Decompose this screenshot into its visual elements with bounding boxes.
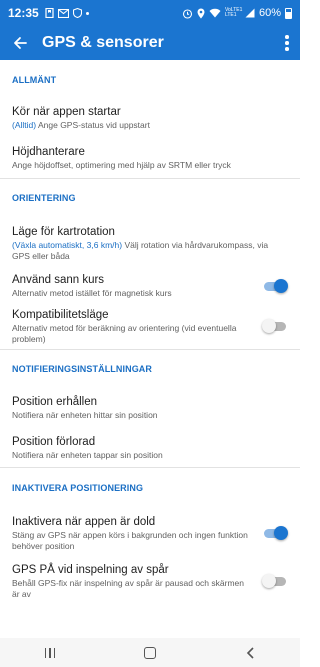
status-right: VoLTE1 LTE1 60% bbox=[182, 7, 292, 19]
app-bar: GPS & sensorer bbox=[0, 26, 300, 60]
pref-true-course[interactable]: Använd sann kurs Alternativ metod iställ… bbox=[0, 269, 300, 303]
pref-summary: (Växla automatiskt, 3,6 km/h) Välj rotat… bbox=[12, 240, 288, 262]
recents-icon bbox=[44, 647, 56, 658]
pref-position-lost[interactable]: Position förlorad Notifiera när enheten … bbox=[0, 428, 300, 467]
alarm-icon bbox=[182, 8, 193, 19]
pref-title: Använd sann kurs bbox=[12, 274, 105, 286]
pref-start-on-launch[interactable]: Kör när appen startar (Alltid) Ange GPS-… bbox=[0, 97, 300, 138]
settings-list[interactable]: ALLMÄNT Kör när appen startar (Alltid) A… bbox=[0, 60, 300, 638]
shield-icon bbox=[72, 8, 82, 18]
pref-title: Position förlorad bbox=[12, 435, 96, 448]
pref-summary: Ange höjdoffset, optimering med hjälp av… bbox=[12, 160, 231, 170]
pref-title: Kompatibilitetsläge bbox=[12, 308, 109, 321]
system-nav-bar bbox=[0, 638, 300, 667]
bookmark-icon bbox=[45, 8, 54, 18]
home-icon bbox=[144, 646, 156, 659]
dot-icon bbox=[85, 11, 89, 15]
pref-summary: Notifiera när enheten hittar sin positio… bbox=[12, 410, 158, 420]
home-button[interactable] bbox=[120, 638, 180, 667]
dot-icon bbox=[285, 35, 289, 39]
pref-summary: Behåll GPS-fix när inspelning av spår är… bbox=[12, 577, 244, 599]
pref-summary-text: Ange GPS-status vid uppstart bbox=[36, 119, 150, 130]
pref-summary: Notifiera när enheten tappar sin positio… bbox=[12, 449, 163, 460]
pref-altitude[interactable]: Höjdhanterare Ange höjdoffset, optimerin… bbox=[0, 138, 300, 178]
pref-summary: (Alltid) Ange GPS-status vid uppstart bbox=[12, 120, 288, 131]
notification-icons bbox=[45, 8, 89, 18]
chevron-left-icon bbox=[246, 646, 254, 659]
arrow-left-icon bbox=[14, 37, 27, 49]
disable-when-hidden-toggle[interactable] bbox=[262, 525, 288, 541]
pref-title: Läge för kartrotation bbox=[12, 225, 115, 238]
pref-summary-value: (Alltid) bbox=[12, 119, 37, 130]
overflow-menu-button[interactable] bbox=[274, 26, 300, 60]
status-time: 12:35 bbox=[8, 6, 39, 20]
pref-summary: Alternativ metod för beräkning av orient… bbox=[12, 322, 237, 344]
network-label: VoLTE1 LTE1 bbox=[224, 7, 243, 18]
pref-title: Position erhållen bbox=[12, 396, 98, 408]
recents-button[interactable] bbox=[20, 638, 80, 667]
pref-title: Inaktivera när appen är dold bbox=[12, 515, 156, 528]
compatibility-toggle[interactable] bbox=[262, 318, 288, 334]
status-bar: 12:35 VoLTE1 LTE1 60% bbox=[0, 0, 300, 26]
pref-position-acquired[interactable]: Position erhållen Notifiera när enheten … bbox=[0, 388, 300, 428]
pref-summary: Stäng av GPS när appen körs i bakgrunden… bbox=[12, 529, 248, 551]
battery-percent: 60% bbox=[258, 7, 281, 19]
email-icon bbox=[57, 8, 69, 18]
dot-icon bbox=[285, 41, 289, 45]
section-header-orientation: ORIENTERING bbox=[12, 193, 76, 203]
pref-gps-on-recording[interactable]: GPS PÅ vid inspelning av spår Behåll GPS… bbox=[0, 558, 300, 604]
true-course-toggle[interactable] bbox=[262, 278, 288, 294]
page-title: GPS & sensorer bbox=[42, 34, 164, 51]
pref-summary-value: (Växla automatiskt, 3,6 km/h) bbox=[12, 239, 123, 250]
wifi-icon bbox=[209, 8, 221, 18]
section-header-general: ALLMÄNT bbox=[12, 74, 57, 85]
pref-title: Kör när appen startar bbox=[12, 105, 121, 118]
back-button[interactable] bbox=[0, 26, 40, 60]
section-header-notifications: NOTIFIERINGSINSTÄLLNINGAR bbox=[12, 364, 152, 374]
battery-icon bbox=[285, 7, 292, 19]
pref-summary: Alternativ metod istället för magnetisk … bbox=[12, 288, 172, 298]
location-icon bbox=[197, 8, 205, 18]
pref-map-rotation[interactable]: Läge för kartrotation (Växla automatiskt… bbox=[0, 217, 300, 269]
signal-icon bbox=[245, 8, 255, 18]
pref-title: Höjdhanterare bbox=[12, 146, 85, 158]
pref-compatibility[interactable]: Kompatibilitetsläge Alternativ metod för… bbox=[0, 303, 300, 349]
system-back-button[interactable] bbox=[220, 638, 280, 667]
dot-icon bbox=[285, 47, 289, 51]
pref-disable-when-hidden[interactable]: Inaktivera när appen är dold Stäng av GP… bbox=[0, 508, 300, 558]
pref-title: GPS PÅ vid inspelning av spår bbox=[12, 563, 169, 576]
section-header-disable-positioning: INAKTIVERA POSITIONERING bbox=[12, 483, 144, 493]
gps-on-recording-toggle[interactable] bbox=[262, 573, 288, 589]
